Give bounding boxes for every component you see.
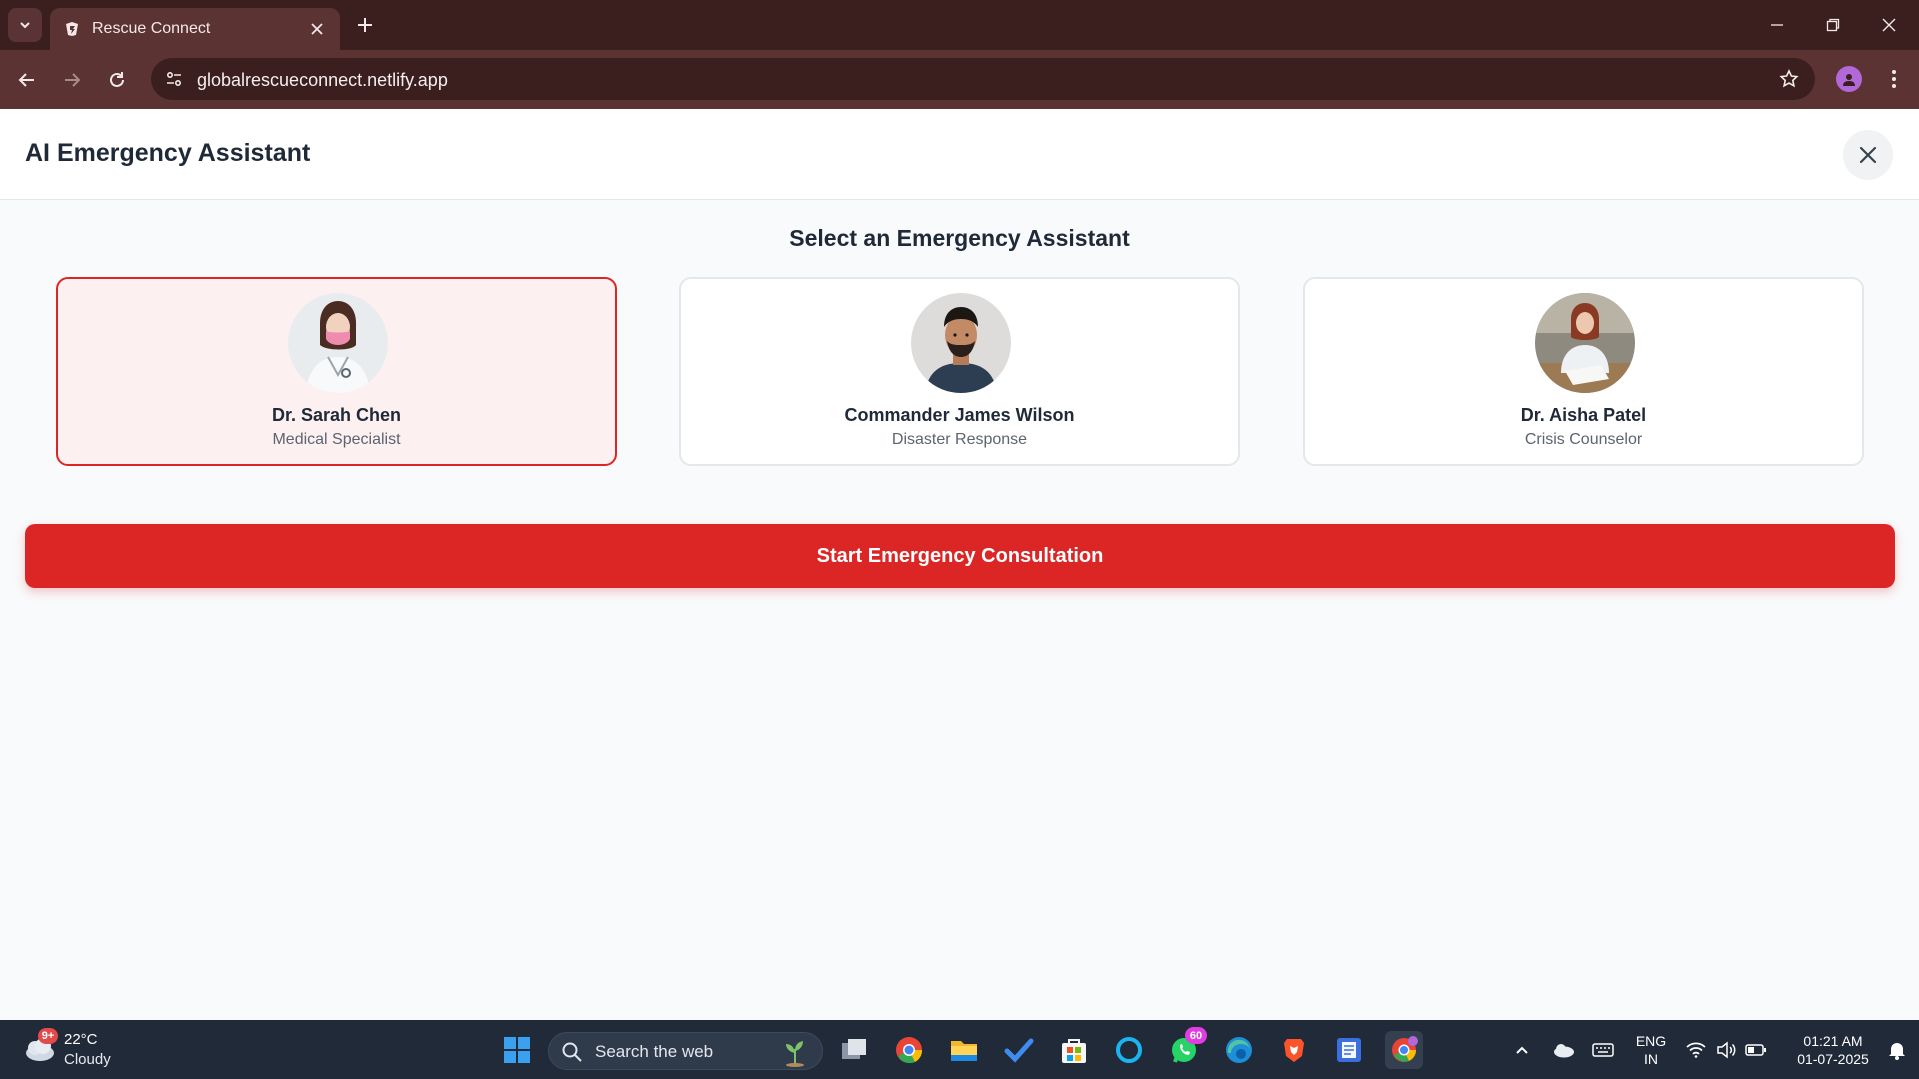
search-placeholder: Search the web [595, 1042, 714, 1061]
new-tab-button[interactable] [352, 12, 378, 38]
brave-icon[interactable] [1275, 1031, 1313, 1069]
browser-tab-bar: Rescue Connect [0, 0, 1919, 50]
avatar-aisha-patel [1535, 293, 1635, 393]
page-title: AI Emergency Assistant [25, 139, 311, 167]
close-icon [1859, 146, 1877, 164]
chevron-down-icon [20, 22, 30, 29]
plus-icon [358, 18, 372, 32]
tab-title: Rescue Connect [92, 20, 211, 37]
plant-icon [786, 1041, 804, 1067]
more-vertical-icon [1892, 70, 1896, 88]
profile-avatar[interactable] [1836, 66, 1862, 92]
taskbar-search-input[interactable]: Search the web [548, 1032, 823, 1070]
weather-temperature: 22°C [64, 1031, 98, 1048]
restore-icon [1826, 18, 1840, 32]
minimize-icon [1771, 24, 1783, 26]
whatsapp-unread-badge: 60 [1185, 1027, 1207, 1044]
close-icon [1882, 18, 1896, 32]
assistant-card-sarah-chen[interactable]: Dr. Sarah Chen Medical Specialist [56, 277, 617, 466]
language-indicator[interactable]: ENG IN [1628, 1032, 1674, 1068]
site-favicon-icon [62, 19, 82, 39]
alexa-ring-icon[interactable] [1110, 1031, 1148, 1069]
whatsapp-icon[interactable]: 60 [1165, 1027, 1207, 1069]
battery-icon[interactable] [1738, 1031, 1774, 1069]
back-button[interactable] [11, 64, 43, 96]
address-bar[interactable]: globalrescueconnect.netlify.app [151, 58, 1815, 100]
chrome-profile-active-icon[interactable] [1385, 1031, 1423, 1069]
assistant-name: Dr. Sarah Chen [271, 405, 402, 425]
language-code: ENG [1635, 1033, 1667, 1049]
assistant-card-james-wilson[interactable]: Commander James Wilson Disaster Response [679, 277, 1240, 466]
window-close-button[interactable] [1872, 10, 1906, 40]
microsoft-store-icon[interactable] [1055, 1031, 1093, 1069]
avatar-sarah-chen [288, 293, 388, 393]
reload-icon [110, 72, 124, 87]
start-consultation-button[interactable]: Start Emergency Consultation [25, 524, 1895, 588]
user-icon [1843, 74, 1855, 86]
assistant-name: Commander James Wilson [844, 405, 1075, 425]
tab-close-icon[interactable] [306, 18, 328, 40]
bookmark-star-icon[interactable] [1777, 67, 1801, 91]
forward-button[interactable] [56, 64, 88, 96]
task-view-icon[interactable] [835, 1031, 873, 1069]
assistant-role: Crisis Counselor [1524, 431, 1643, 448]
minimize-button[interactable] [1760, 10, 1794, 40]
search-icon [562, 1042, 582, 1062]
todo-check-icon[interactable] [1000, 1031, 1038, 1069]
reload-button[interactable] [101, 64, 133, 96]
app-header: AI Emergency Assistant [0, 109, 1919, 200]
browser-tab-active[interactable]: Rescue Connect [50, 8, 340, 50]
start-menu-windows-icon[interactable] [498, 1031, 536, 1069]
assistant-name: Dr. Aisha Patel [1520, 405, 1647, 425]
chevron-up-icon[interactable] [1503, 1031, 1541, 1069]
clock[interactable]: 01:21 AM 01-07-2025 [1782, 1032, 1884, 1068]
notification-bell-icon[interactable] [1880, 1031, 1914, 1069]
weather-condition: Cloudy [64, 1051, 111, 1068]
onedrive-cloud-icon[interactable] [1544, 1031, 1582, 1069]
weather-alert-badge: 9+ [38, 1028, 58, 1044]
file-explorer-icon[interactable] [945, 1031, 983, 1069]
browser-toolbar: globalrescueconnect.netlify.app [0, 50, 1919, 109]
url-text: globalrescueconnect.netlify.app [197, 70, 448, 90]
tab-search-button[interactable] [8, 8, 42, 42]
clock-time: 01:21 AM [1803, 1033, 1863, 1049]
restore-button[interactable] [1816, 10, 1850, 40]
windows-taskbar: 9+ 22°C Cloudy Search the web 60 ENG IN … [0, 1020, 1919, 1079]
avatar-james-wilson [911, 293, 1011, 393]
site-info-icon[interactable] [159, 64, 189, 94]
section-title: Select an Emergency Assistant [789, 225, 1130, 251]
arrow-right-icon [65, 73, 81, 87]
arrow-left-icon [18, 73, 34, 87]
assistant-role: Disaster Response [891, 431, 1028, 448]
close-assistant-button[interactable] [1843, 130, 1893, 180]
assistant-card-aisha-patel[interactable]: Dr. Aisha Patel Crisis Counselor [1303, 277, 1864, 466]
keyboard-icon[interactable] [1584, 1031, 1622, 1069]
assistant-role: Medical Specialist [272, 431, 401, 448]
chrome-icon[interactable] [890, 1031, 928, 1069]
notepad-app-icon[interactable] [1330, 1031, 1368, 1069]
region-code: IN [1644, 1051, 1658, 1067]
browser-menu-button[interactable] [1880, 64, 1908, 94]
edge-icon[interactable] [1220, 1031, 1258, 1069]
clock-date: 01-07-2025 [1797, 1051, 1869, 1067]
